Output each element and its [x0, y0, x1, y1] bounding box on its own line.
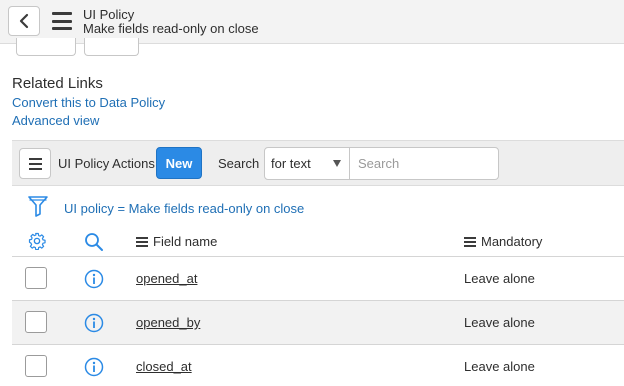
- list-column-header: Field name Mandatory: [12, 226, 624, 257]
- advanced-view-link[interactable]: Advanced view: [12, 113, 99, 128]
- info-icon[interactable]: [84, 313, 104, 338]
- list-toolbar: UI Policy Actions New Search for text: [12, 140, 624, 186]
- info-icon[interactable]: [84, 357, 104, 382]
- field-name-link[interactable]: closed_at: [136, 359, 192, 374]
- filter-breadcrumb[interactable]: UI policy = Make fields read-only on clo…: [64, 201, 304, 216]
- form-button[interactable]: [84, 38, 139, 56]
- form-button[interactable]: [16, 38, 76, 56]
- table-row: opened_at Leave alone: [12, 257, 624, 301]
- menu-icon[interactable]: [52, 12, 72, 30]
- mandatory-value: Leave alone: [464, 315, 535, 330]
- gear-icon[interactable]: [28, 232, 46, 255]
- row-checkbox[interactable]: [25, 267, 47, 289]
- page-subtitle: Make fields read-only on close: [83, 21, 259, 36]
- back-icon: [19, 13, 29, 29]
- column-mandatory[interactable]: Mandatory: [464, 234, 542, 249]
- search-input[interactable]: [349, 147, 499, 180]
- search-icon[interactable]: [84, 232, 104, 257]
- column-label: Mandatory: [481, 234, 543, 249]
- field-name-link[interactable]: opened_at: [136, 271, 197, 286]
- column-field-name[interactable]: Field name: [136, 234, 217, 249]
- convert-to-data-policy-link[interactable]: Convert this to Data Policy: [12, 95, 165, 110]
- filter-icon[interactable]: [28, 195, 48, 222]
- caret-down-icon: [333, 160, 341, 167]
- search-label: Search: [218, 156, 260, 171]
- search-field-select[interactable]: for text: [264, 147, 350, 180]
- new-button[interactable]: New: [156, 147, 202, 179]
- page-title: UI Policy: [83, 7, 135, 22]
- column-label: Field name: [153, 234, 218, 249]
- column-menu-icon[interactable]: [136, 236, 148, 247]
- list-title: UI Policy Actions: [58, 156, 155, 171]
- table-row: closed_at Leave alone: [12, 345, 624, 386]
- row-checkbox[interactable]: [25, 311, 47, 333]
- info-icon[interactable]: [84, 269, 104, 294]
- list-menu-button[interactable]: [19, 148, 51, 179]
- search-field-value: for text: [271, 156, 311, 171]
- row-checkbox[interactable]: [25, 355, 47, 377]
- mandatory-value: Leave alone: [464, 271, 535, 286]
- column-menu-icon[interactable]: [464, 236, 476, 247]
- related-links-title: Related Links: [12, 75, 103, 92]
- field-name-link[interactable]: opened_by: [136, 315, 200, 330]
- mandatory-value: Leave alone: [464, 359, 535, 374]
- table-row: opened_by Leave alone: [12, 301, 624, 345]
- back-button[interactable]: [8, 6, 40, 36]
